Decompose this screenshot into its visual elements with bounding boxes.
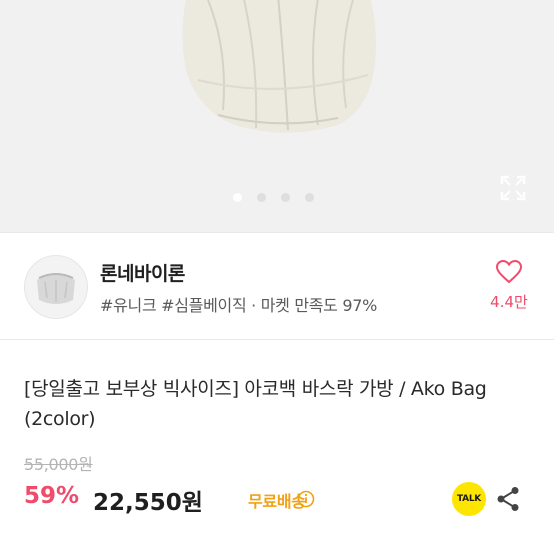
store-tags: #유니크 #심플베이직 · 마켓 만족도 97% bbox=[100, 296, 378, 315]
expand-icon[interactable] bbox=[500, 175, 526, 201]
info-icon[interactable] bbox=[297, 490, 315, 508]
carousel-dot[interactable] bbox=[305, 193, 314, 202]
product-image bbox=[182, 0, 376, 133]
sale-price: 22,550원 bbox=[93, 490, 203, 516]
store-info[interactable]: 론네바이론 #유니크 #심플베이직 · 마켓 만족도 97% 4.4만 bbox=[0, 233, 554, 339]
carousel-indicator bbox=[0, 193, 554, 203]
carousel-dot[interactable] bbox=[281, 193, 290, 202]
carousel-dot-active[interactable] bbox=[233, 193, 242, 202]
bag-thumbnail-icon bbox=[37, 273, 75, 304]
kakao-talk-button[interactable]: TALK bbox=[452, 482, 486, 516]
product-image-carousel[interactable] bbox=[0, 0, 554, 232]
carousel-dot[interactable] bbox=[257, 193, 266, 202]
product-title: [당일출고 보부상 빅사이즈] 아코백 바스락 가방 / Ako Bag (2c… bbox=[24, 378, 487, 430]
divider bbox=[0, 339, 554, 340]
heart-icon[interactable] bbox=[496, 260, 522, 284]
store-name[interactable]: 론네바이론 bbox=[100, 259, 185, 286]
likes-count: 4.4만 bbox=[490, 293, 528, 311]
discount-rate: 59% bbox=[24, 483, 80, 509]
original-price: 55,000원 bbox=[24, 455, 93, 474]
share-icon[interactable] bbox=[496, 486, 520, 512]
store-avatar[interactable] bbox=[24, 255, 88, 319]
talk-label: TALK bbox=[457, 494, 481, 504]
